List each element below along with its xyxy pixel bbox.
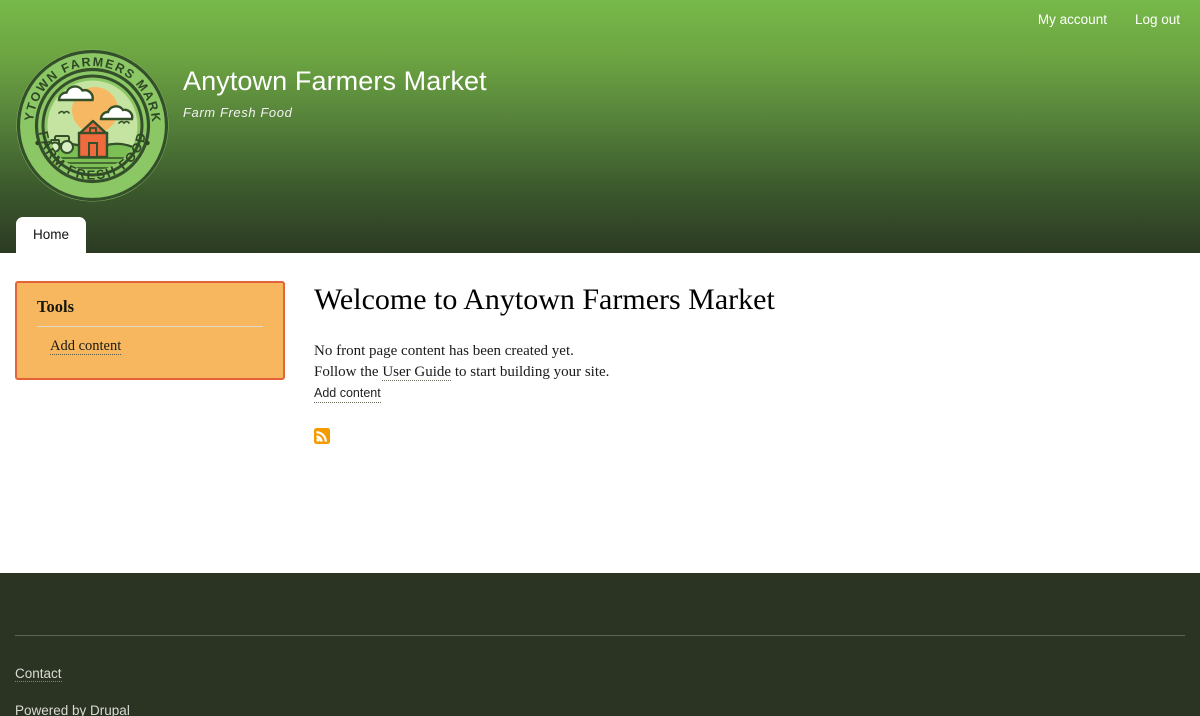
- user-guide-suffix: to start building your site.: [451, 364, 610, 380]
- tab-home[interactable]: Home: [16, 217, 87, 253]
- page-content: Welcome to Anytown Farmers Market No fro…: [314, 281, 1174, 449]
- no-content-message: No front page content has been created y…: [314, 343, 574, 359]
- site-slogan: Farm Fresh Food: [183, 105, 293, 120]
- site-name: Anytown Farmers Market: [183, 66, 487, 96]
- footer-divider: [15, 635, 1185, 636]
- block-tools: Tools Add content: [15, 281, 285, 380]
- site-logo-link[interactable]: ANYTOWN FARMERS MARKET FARM FRESH FOOD: [10, 37, 170, 203]
- my-account-link[interactable]: My account: [1038, 11, 1107, 28]
- log-out-link[interactable]: Log out: [1135, 11, 1180, 28]
- page-title: Welcome to Anytown Farmers Market: [314, 283, 775, 316]
- user-guide-prefix: Follow the: [314, 364, 383, 380]
- site-footer: Contact Powered by Drupal: [0, 573, 1200, 716]
- add-content-link[interactable]: Add content: [314, 385, 381, 403]
- sidebar-first: Tools Add content: [15, 281, 285, 380]
- rss-feed-icon-link[interactable]: [314, 428, 1174, 449]
- powered-by-prefix: Powered by: [15, 703, 91, 716]
- feed-icon-row: [314, 428, 1174, 449]
- block-tools-title: Tools: [37, 297, 263, 327]
- drupal-link[interactable]: Drupal: [90, 703, 130, 716]
- user-guide-message: Follow the User Guide to start building …: [314, 362, 1174, 383]
- block-tools-body: Add content: [37, 337, 263, 356]
- page-main: Tools Add content Welcome to Anytown Far…: [0, 253, 1200, 573]
- user-account-menu: My account Log out: [1038, 11, 1180, 28]
- farmers-market-badge-logo-icon: ANYTOWN FARMERS MARKET FARM FRESH FOOD: [10, 37, 169, 202]
- site-header: My account Log out YTOWN FARMERS MARK FA…: [0, 0, 1200, 253]
- user-guide-link[interactable]: User Guide: [382, 364, 452, 381]
- powered-by-text: Powered by Drupal: [15, 702, 130, 716]
- sidebar-add-content-link[interactable]: Add content: [50, 338, 122, 355]
- rss-feed-icon: [314, 428, 330, 444]
- site-branding: Anytown Farmers Market Farm Fresh Food: [183, 64, 487, 121]
- footer-contact-link[interactable]: Contact: [15, 666, 62, 682]
- footer-menu: Contact: [15, 665, 62, 683]
- primary-tabs: Home: [16, 217, 87, 253]
